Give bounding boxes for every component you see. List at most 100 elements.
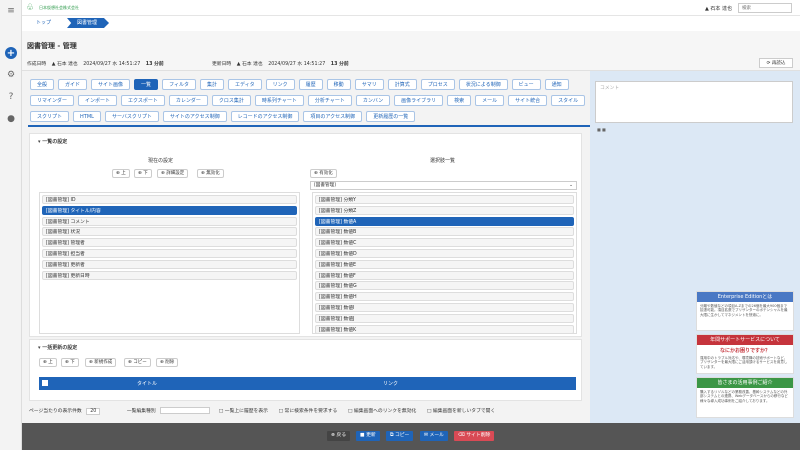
available-list-item[interactable]: [図書管理] 数値J — [315, 313, 574, 323]
enable-button[interactable]: ⊕ 有効化 — [310, 169, 337, 178]
current-list-item[interactable]: [図書管理] 担当者 — [42, 249, 297, 258]
delete-button[interactable]: ⊕ 削除 — [156, 358, 179, 367]
tab-tabs3-0[interactable]: スクリプト — [30, 111, 70, 122]
tab-tabs1-8[interactable]: 履歴 — [298, 79, 323, 90]
mail-button[interactable]: ✉ メール — [420, 431, 448, 441]
current-list-item[interactable]: [図書管理] 更新者 — [42, 259, 297, 269]
tab-tabs3-6[interactable]: 更新履歴の一覧 — [366, 111, 416, 122]
available-list-item[interactable]: [図書管理] 分類Y — [315, 195, 574, 204]
site-delete-button[interactable]: ⌫ サイト削除 — [454, 431, 495, 441]
tab-tabs2-4[interactable]: クロス集計 — [211, 95, 251, 106]
tab-tabs1-15[interactable]: 通知 — [544, 79, 569, 90]
current-list-item[interactable]: [図書管理] 更新日時 — [42, 270, 297, 280]
bulk-down-button[interactable]: ⊕ 下 — [61, 358, 79, 367]
comment-textarea[interactable]: コメント — [595, 81, 793, 123]
tab-tabs2-1[interactable]: インポート — [78, 95, 118, 106]
tab-tabs2-6[interactable]: 分析チャート — [307, 95, 352, 106]
page-size-select[interactable]: 20 — [86, 408, 101, 415]
available-list-label: 選択肢一覧 — [430, 158, 456, 164]
logo-icon[interactable]: ♧ — [26, 3, 36, 13]
tab-tabs2-2[interactable]: エクスポート — [121, 95, 165, 106]
tab-tabs1-14[interactable]: ビュー — [511, 79, 541, 90]
main-content: 全般 ガイド サイト画像 一覧 フィルタ 集計 エディタ リンク 履歴 移動 サマリ 計算式 プロセス状… — [22, 71, 590, 423]
available-list-item[interactable]: [図書管理] 数値G — [315, 281, 574, 291]
current-list-item[interactable]: [図書管理] ID — [42, 195, 297, 204]
tab-tabs1-9[interactable]: 移動 — [326, 79, 351, 90]
create-new-button[interactable]: ⊕ 新規作成 — [85, 358, 117, 367]
tab-tabs1-3[interactable]: 一覧 — [134, 79, 159, 90]
help-icon[interactable]: ? — [5, 91, 17, 103]
comment-tools[interactable]: ■ ■ — [597, 127, 606, 132]
current-list-item[interactable]: [図書管理] タイトル/内容 — [42, 205, 297, 215]
available-list-item[interactable]: [図書管理] 数値C — [315, 238, 574, 248]
available-list-item[interactable]: [図書管理] 数値K — [315, 324, 574, 333]
copy-footer-button[interactable]: ⧉ コピー — [386, 431, 414, 441]
tab-tabs3-5[interactable]: 項目のアクセス制御 — [303, 111, 363, 122]
tab-tabs2-5[interactable]: 時系列チャート — [254, 95, 304, 106]
tab-tabs1-7[interactable]: リンク — [265, 79, 295, 90]
edit-type-select[interactable] — [160, 407, 211, 414]
gear-icon[interactable]: ⚙ — [5, 69, 17, 81]
tab-tabs2-11[interactable]: サイト統合 — [508, 95, 548, 106]
available-list-item[interactable]: [図書管理] 数値H — [315, 292, 574, 302]
tab-tabs2-9[interactable]: 検索 — [447, 95, 472, 106]
breadcrumb-top[interactable]: トップ — [30, 18, 57, 28]
available-list-item[interactable]: [図書管理] 数値I — [315, 303, 574, 312]
bulk-up-button[interactable]: ⊕ 上 — [39, 358, 57, 367]
breadcrumb-current[interactable]: 図書管理 — [67, 18, 110, 28]
tab-tabs1-11[interactable]: 計算式 — [387, 79, 417, 90]
current-list-item[interactable]: [図書管理] 状況 — [42, 227, 297, 237]
tab-tabs1-0[interactable]: 全般 — [30, 79, 55, 90]
current-settings-list[interactable]: [図書管理] ID [図書管理] タイトル/内容 [図書管理] コメント [図書管理]… — [39, 192, 300, 334]
user-name[interactable]: ▲ 石本 達也 — [705, 5, 732, 12]
tab-tabs2-12[interactable]: スタイル — [551, 95, 586, 106]
enterprise-ad[interactable]: Enterprise Editionとは 分離や数値などの項目A-Zまでの26個… — [696, 291, 794, 331]
tab-tabs3-4[interactable]: レコードのアクセス制御 — [230, 111, 300, 122]
search-input[interactable] — [738, 3, 792, 13]
available-list-item[interactable]: [図書管理] 分類Z — [315, 205, 574, 215]
update-button[interactable]: ■ 更新 — [356, 431, 380, 441]
available-list-item[interactable]: [図書管理] 数値F — [315, 270, 574, 280]
case-study-ad[interactable]: 皆さまの活用事例ご紹介 購入するリゾルなどの業務改善、基幹システムなどの外部シス… — [696, 377, 794, 418]
detail-settings-button[interactable]: ⊕ 詳細設定 — [157, 169, 189, 178]
tab-tabs3-2[interactable]: サーバスクリプト — [104, 111, 159, 122]
up-button[interactable]: ⊕ 上 — [112, 169, 130, 178]
tab-tabs3-3[interactable]: サイトのアクセス制御 — [162, 111, 227, 122]
tab-tabs2-10[interactable]: メール — [475, 95, 505, 106]
table-select[interactable]: [図書管理] ⌄ — [310, 181, 577, 190]
support-ad[interactable]: 年間サポートサービスについて なにかお困りですか？ 運用中のトラブル対応や、環境… — [696, 334, 794, 374]
tab-tabs2-8[interactable]: 画像ライブラリ — [394, 95, 444, 106]
current-list-item[interactable]: [図書管理] 管理者 — [42, 238, 297, 248]
available-list-item[interactable]: [図書管理] 数値E — [315, 259, 574, 269]
select-all-checkbox[interactable] — [42, 380, 48, 386]
tab-tabs1-6[interactable]: エディタ — [227, 79, 262, 90]
menu-icon[interactable]: ≡ — [5, 5, 17, 17]
updated-meta: 更新日時 ▲ 石本 達也 2024/09/27 水 14:51:27 13 分前 — [212, 62, 349, 67]
reload-button[interactable]: ⟳ 再読込 — [759, 58, 793, 68]
disable-button[interactable]: ⊕ 無効化 — [197, 169, 224, 178]
down-button[interactable]: ⊕ 下 — [134, 169, 152, 178]
tab-tabs1-5[interactable]: 集計 — [199, 79, 224, 90]
available-list-item[interactable]: [図書管理] 数値A — [315, 216, 574, 226]
tab-tabs1-4[interactable]: フィルタ — [162, 79, 196, 90]
available-list-item[interactable]: [図書管理] 数値B — [315, 227, 574, 237]
add-icon[interactable]: + — [5, 47, 17, 59]
tab-tabs1-1[interactable]: ガイド — [58, 79, 88, 90]
tab-tabs1-12[interactable]: プロセス — [420, 79, 455, 90]
tab-tabs2-7[interactable]: カンバン — [355, 95, 391, 106]
available-items-list[interactable]: [図書管理] 分類Y [図書管理] 分類Z [図書管理] 数値A [図書管理] 数値B… — [312, 192, 577, 334]
tab-tabs1-10[interactable]: サマリ — [354, 79, 384, 90]
tab-row-1: 全般 ガイド サイト画像 一覧 フィルタ 集計 エディタ リンク 履歴 移動 サマリ 計算式 プロセス状… — [30, 79, 569, 90]
tab-tabs1-13[interactable]: 状況による制御 — [458, 79, 508, 90]
created-meta: 作成日時 ▲ 石本 達也 2024/09/27 水 14:51:27 13 分前 — [27, 62, 164, 67]
user-icon[interactable]: ● — [5, 113, 17, 125]
copy-button[interactable]: ⊕ コピー — [124, 358, 151, 367]
current-list-item[interactable]: [図書管理] コメント — [42, 216, 297, 226]
back-button[interactable]: ⊗ 戻る — [327, 431, 351, 441]
available-list-item[interactable]: [図書管理] 数値D — [315, 249, 574, 258]
tab-tabs2-3[interactable]: カレンダー — [168, 95, 208, 106]
tab-tabs2-0[interactable]: リマインダー — [30, 95, 75, 106]
tab-tabs3-1[interactable]: HTML — [73, 111, 101, 122]
tab-tabs1-2[interactable]: サイト画像 — [91, 79, 131, 90]
right-sidebar: コメント ■ ■ Enterprise Editionとは 分離や数値などの項目… — [590, 71, 800, 423]
